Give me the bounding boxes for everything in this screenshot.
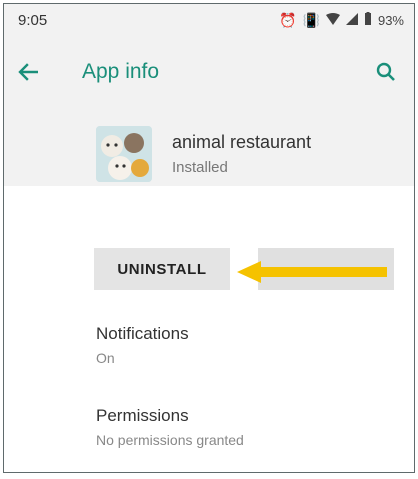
back-button[interactable] — [18, 59, 58, 85]
app-info-content: UNINSTALL Notifications On Permissions N… — [4, 186, 414, 472]
vibrate-icon: 📳 — [302, 11, 320, 28]
app-icon — [96, 126, 152, 182]
arrow-left-icon — [18, 63, 39, 81]
page-title: App info — [82, 60, 160, 83]
permissions-title: Permissions — [96, 406, 189, 425]
app-install-status: Installed — [172, 159, 228, 176]
battery-percent: 93% — [377, 12, 404, 28]
uninstall-button[interactable]: UNINSTALL — [94, 248, 230, 290]
battery-icon — [364, 12, 372, 28]
permissions-value: No permissions granted — [96, 432, 244, 448]
yellow-arrow-annotation — [237, 261, 387, 283]
app-bar: App info — [4, 36, 414, 108]
signal-icon — [345, 12, 358, 28]
notifications-value: On — [96, 350, 115, 366]
settings-item-permissions[interactable]: Permissions No permissions granted — [96, 406, 244, 448]
notifications-title: Notifications — [96, 324, 189, 343]
status-bar: 9:05 ⏰ 📳 93% — [4, 4, 414, 36]
app-meta: animal restaurant Installed — [172, 132, 311, 176]
status-time: 9:05 — [18, 11, 48, 29]
search-icon — [376, 62, 395, 81]
app-info-screen: 9:05 ⏰ 📳 93% App info animal restaurant … — [3, 3, 415, 473]
alarm-icon: ⏰ — [279, 11, 297, 28]
status-icons: ⏰ 📳 93% — [279, 12, 404, 29]
search-button[interactable] — [372, 58, 400, 86]
wifi-icon — [325, 12, 340, 28]
settings-item-notifications[interactable]: Notifications On — [96, 324, 189, 366]
app-name: animal restaurant — [172, 132, 312, 152]
